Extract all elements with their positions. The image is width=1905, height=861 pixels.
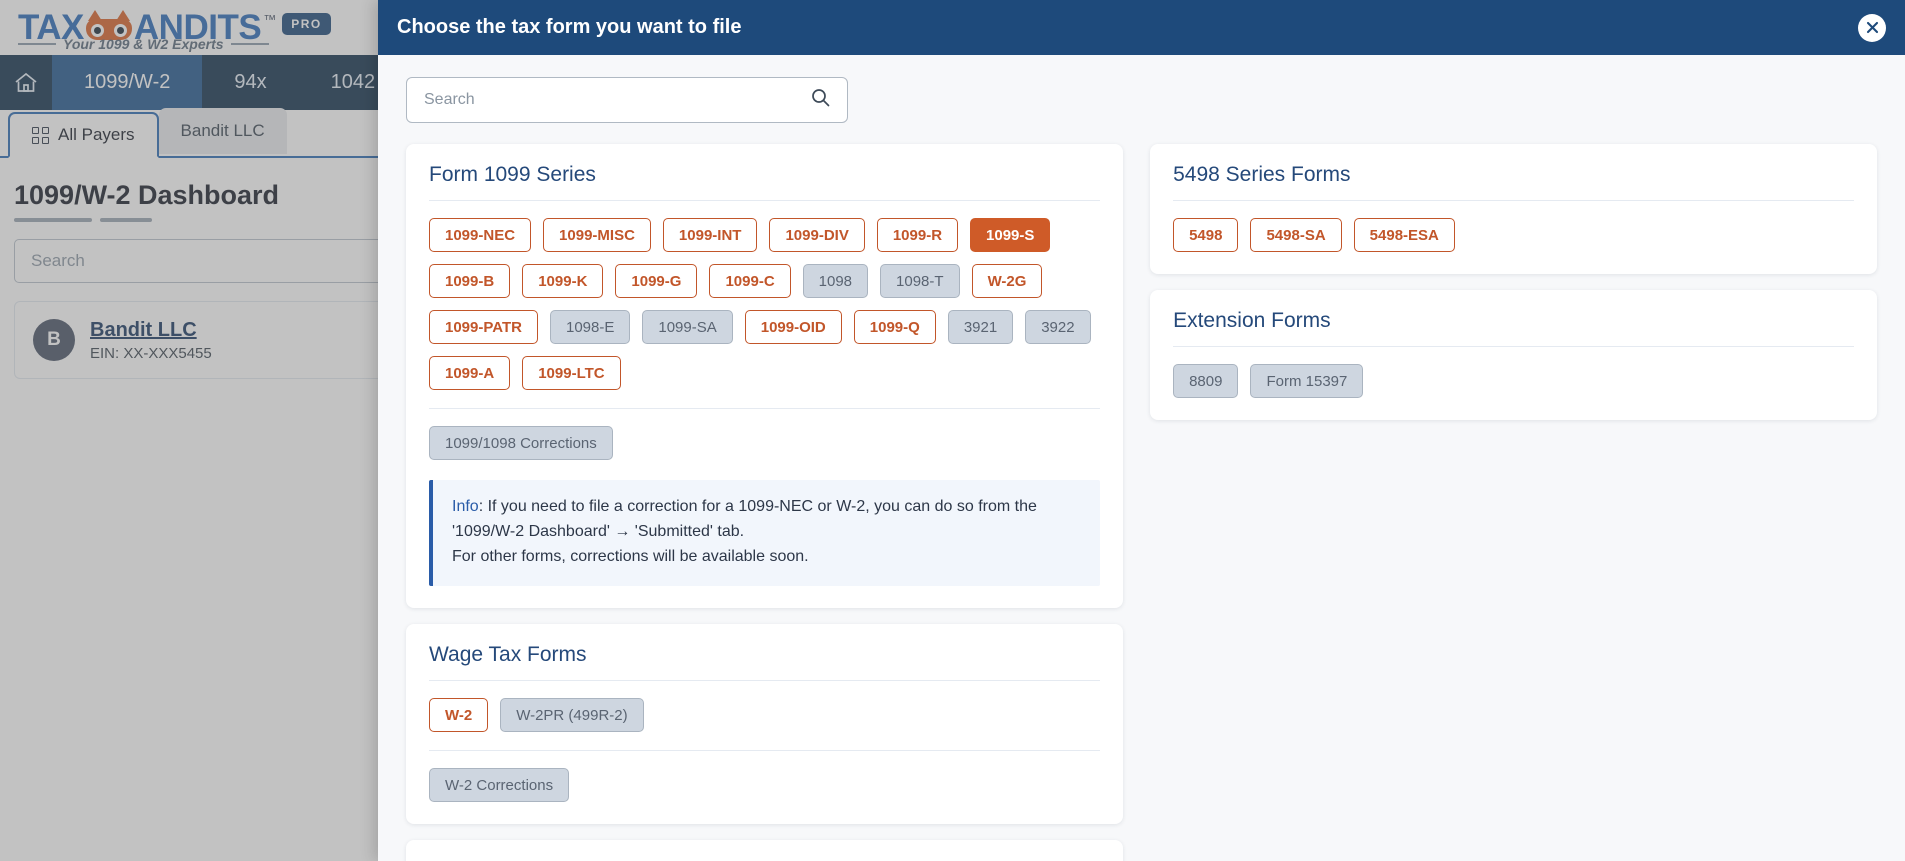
form-1099-row-2: 1099-B 1099-K 1099-G 1099-C 1098 1098-T … — [429, 264, 1100, 298]
close-icon[interactable] — [1858, 13, 1886, 42]
form-button-8809: 8809 — [1173, 364, 1239, 398]
form-search-placeholder: Search — [424, 91, 475, 108]
wage-tax-corrections-row: W-2 Corrections — [429, 768, 1100, 803]
form-button-1099-oid[interactable]: 1099-OID — [744, 310, 842, 344]
series-5498-row-1: 5498 5498-SA 5498-ESA — [1173, 218, 1854, 252]
section-wage-tax-forms: Wage Tax Forms W-2 W-2PR (499R-2) W-2 Co… — [406, 624, 1124, 825]
form-button-1099-patr[interactable]: 1099-PATR — [429, 310, 538, 344]
form-button-w-2g[interactable]: W-2G — [971, 264, 1043, 298]
extension-row-1: 8809 Form 15397 — [1173, 364, 1854, 398]
form-search-input[interactable]: Search — [406, 77, 848, 123]
section-extension-forms: Extension Forms 8809 Form 15397 — [1150, 290, 1877, 420]
info-text-1: : If you need to file a correction for a… — [478, 498, 1037, 515]
form-button-1099-nec[interactable]: 1099-NEC — [429, 218, 532, 252]
corrections-info-box: Info: If you need to file a correction f… — [429, 480, 1101, 587]
divider — [429, 680, 1101, 682]
form-button-1099-b[interactable]: 1099-B — [429, 264, 511, 298]
form-button-5498-sa[interactable]: 5498-SA — [1250, 218, 1342, 252]
form-button-1099-s[interactable]: 1099-S — [970, 218, 1051, 252]
right-column: 5498 Series Forms 5498 5498-SA 5498-ESA … — [1150, 144, 1877, 420]
form-button-1099-int[interactable]: 1099-INT — [662, 218, 758, 252]
form-button-1098: 1098 — [802, 264, 869, 298]
form-1099-row-4: 1099-A 1099-LTC — [429, 356, 1100, 390]
form-button-1099-ltc[interactable]: 1099-LTC — [522, 356, 621, 390]
divider — [1173, 346, 1854, 347]
section-title: Wage Tax Forms — [429, 643, 587, 667]
form-button-1098-t: 1098-T — [880, 264, 960, 298]
section-form-1099-series: Form 1099 Series 1099-NEC 1099-MISC 1099… — [406, 144, 1124, 609]
form-button-w-2[interactable]: W-2 — [429, 698, 489, 733]
form-button-1099-g[interactable]: 1099-G — [615, 264, 698, 298]
divider — [429, 200, 1101, 201]
form-button-3922: 3922 — [1025, 310, 1091, 344]
form-button-1098-e: 1098-E — [549, 310, 631, 344]
form-1099-row-3: 1099-PATR 1098-E 1099-SA 1099-OID 1099-Q… — [429, 310, 1100, 344]
choose-tax-form-modal: Choose the tax form you want to file Sea… — [378, 0, 1905, 861]
divider — [429, 408, 1101, 409]
form-button-w-2-corrections: W-2 Corrections — [429, 768, 570, 803]
info-line-1: Info: If you need to file a correction f… — [452, 495, 1081, 520]
modal-columns: Form 1099 Series 1099-NEC 1099-MISC 1099… — [406, 144, 1877, 861]
form-button-1099-q[interactable]: 1099-Q — [853, 310, 936, 344]
info-key: Info — [452, 498, 479, 515]
form-button-1099-sa: 1099-SA — [642, 310, 733, 344]
modal-body: Search Form 1099 Series 1099-NEC 1099-MI… — [378, 55, 1905, 861]
wage-tax-row-1: W-2 W-2PR (499R-2) — [429, 698, 1100, 733]
form-button-w-2pr: W-2PR (499R-2) — [500, 698, 644, 733]
form-button-1099-a[interactable]: 1099-A — [429, 356, 511, 390]
form-button-3921: 3921 — [947, 310, 1014, 344]
left-column: Form 1099 Series 1099-NEC 1099-MISC 1099… — [406, 144, 1124, 861]
info-line-2: '1099/W-2 Dashboard' → 'Submitted' tab. — [452, 522, 745, 540]
form-button-1099-1098-corrections: 1099/1098 Corrections — [429, 426, 613, 460]
form-button-1099-r[interactable]: 1099-R — [876, 218, 959, 252]
search-icon[interactable] — [811, 88, 830, 112]
form-button-5498-esa[interactable]: 5498-ESA — [1353, 218, 1455, 252]
divider — [1173, 200, 1854, 201]
form-button-1099-misc[interactable]: 1099-MISC — [543, 218, 651, 252]
form-button-5498[interactable]: 5498 — [1173, 218, 1239, 252]
modal-header: Choose the tax form you want to file — [378, 0, 1905, 55]
section-title: 5498 Series Forms — [1173, 163, 1351, 186]
section-title: Form 1099 Series — [429, 163, 596, 186]
form-button-form-15397: Form 15397 — [1250, 364, 1364, 398]
section-title: Extension Forms — [1173, 309, 1331, 332]
form-button-1099-c[interactable]: 1099-C — [709, 264, 791, 298]
divider — [429, 750, 1101, 752]
form-button-1099-div[interactable]: 1099-DIV — [769, 218, 865, 252]
section-5498-series-forms: 5498 Series Forms 5498 5498-SA 5498-ESA — [1150, 144, 1877, 274]
form-button-1099-k[interactable]: 1099-K — [522, 264, 604, 298]
info-line-3: For other forms, corrections will be ava… — [452, 547, 809, 565]
screen-root: TAX ANDITS ™ PRO Your 1099 & W2 Experts — [0, 0, 1905, 861]
form-1099-row-1: 1099-NEC 1099-MISC 1099-INT 1099-DIV 109… — [429, 218, 1100, 252]
section-form-1042: Form 1042 — [406, 840, 1124, 861]
form-1099-corrections-row: 1099/1098 Corrections — [429, 426, 1100, 460]
modal-title: Choose the tax form you want to file — [397, 16, 742, 38]
